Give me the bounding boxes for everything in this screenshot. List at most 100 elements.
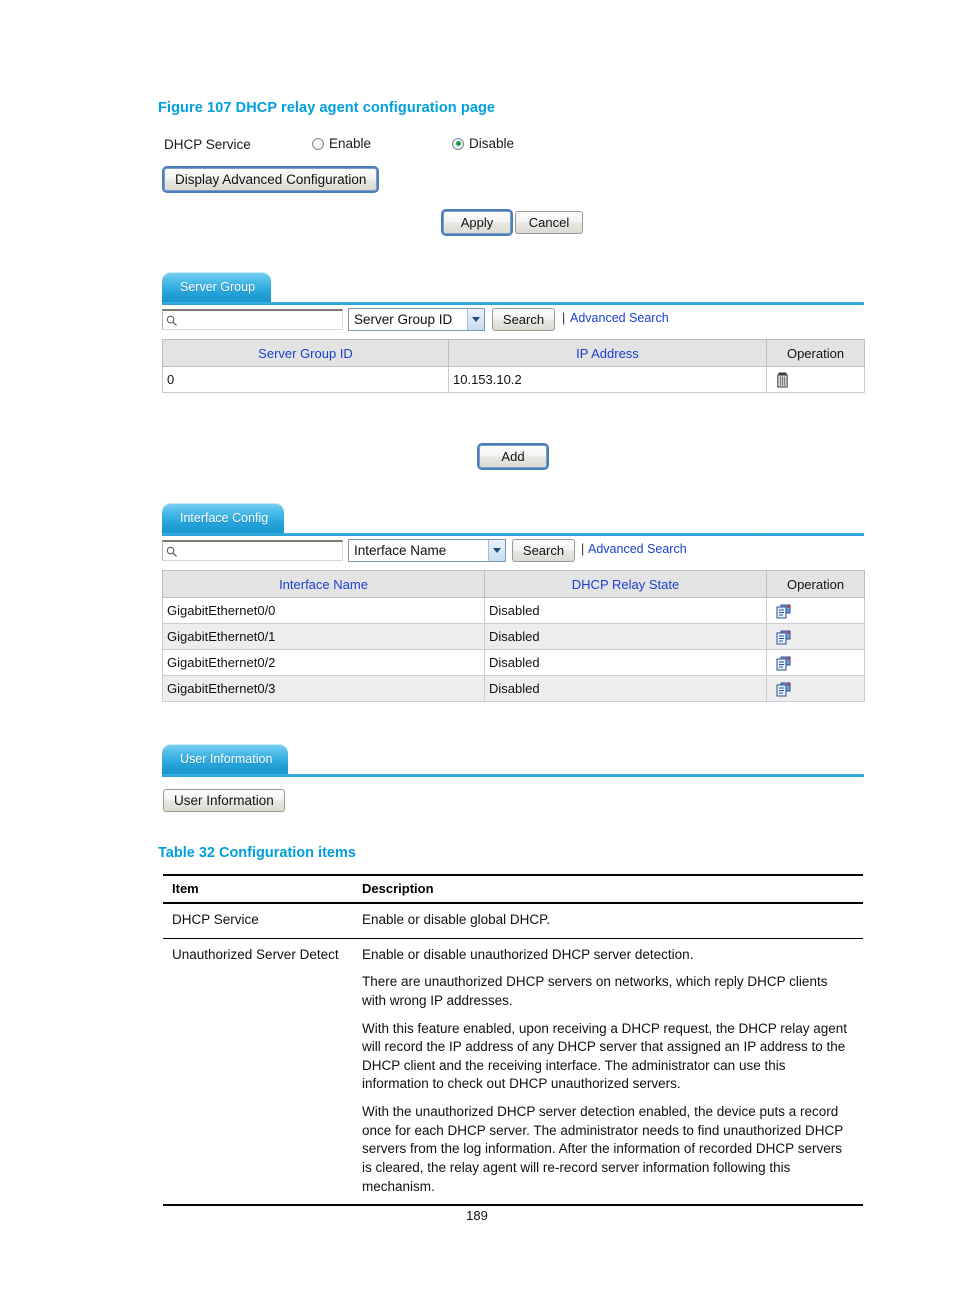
cell-interface-name: GigabitEthernet0/2 — [162, 649, 485, 676]
doc-table-row: Unauthorized Server Detect Enable or dis… — [163, 938, 863, 1207]
column-header-interface-name[interactable]: Interface Name — [162, 570, 485, 598]
tab-underline — [162, 774, 864, 777]
tab-interface-config-label: Interface Config — [180, 511, 269, 525]
chevron-down-icon[interactable] — [488, 540, 505, 561]
doc-paragraph: With the unauthorized DHCP server detect… — [362, 1104, 844, 1194]
radio-enable-label: Enable — [329, 136, 372, 151]
server-group-advanced-search-link[interactable]: Advanced Search — [570, 311, 669, 325]
server-group-search-row: Server Group ID Search | Advanced Search — [162, 308, 864, 335]
user-information-button[interactable]: User Information — [163, 789, 285, 812]
doc-cell-item: DHCP Service — [163, 903, 353, 939]
doc-paragraph: Enable or disable global DHCP. — [362, 912, 551, 927]
table-caption: Table 32 Configuration items — [158, 845, 356, 861]
edit-icon[interactable] — [776, 629, 792, 645]
server-group-tabbar: Server Group — [162, 272, 864, 305]
radio-disable-indicator[interactable] — [452, 137, 464, 150]
search-icon — [166, 546, 177, 557]
doc-column-header-item: Item — [163, 874, 353, 904]
doc-cell-item: Unauthorized Server Detect — [163, 938, 353, 1207]
trash-icon[interactable] — [776, 372, 789, 388]
radio-disable-label: Disable — [469, 136, 515, 151]
server-group-field-select-value: Server Group ID — [354, 312, 453, 327]
search-icon — [166, 315, 177, 326]
apply-button[interactable]: Apply — [441, 209, 513, 236]
cell-interface-name: GigabitEthernet0/0 — [162, 597, 485, 624]
server-group-search-button[interactable]: Search — [492, 308, 555, 331]
server-group-table: Server Group ID IP Address Operation 0 1… — [162, 339, 865, 393]
tab-underline — [162, 302, 864, 305]
interface-config-search-button[interactable]: Search — [512, 539, 575, 562]
table-row: GigabitEthernet0/1 Disabled — [162, 623, 865, 650]
interface-config-search-separator: | — [581, 542, 585, 556]
cell-interface-name: GigabitEthernet0/3 — [162, 675, 485, 702]
table-row: 0 10.153.10.2 — [162, 366, 865, 393]
server-group-field-select[interactable]: Server Group ID — [348, 308, 485, 331]
interface-config-field-select[interactable]: Interface Name — [348, 539, 506, 562]
tab-user-information[interactable]: User Information — [162, 744, 289, 774]
edit-icon[interactable] — [776, 681, 792, 697]
table-header-row: Interface Name DHCP Relay State Operatio… — [162, 570, 865, 598]
cell-interface-name: GigabitEthernet0/1 — [162, 623, 485, 650]
table-row: GigabitEthernet0/0 Disabled — [162, 597, 865, 624]
interface-config-field-select-value: Interface Name — [354, 543, 447, 558]
doc-paragraph: Enable or disable unauthorized DHCP serv… — [362, 946, 694, 962]
cell-operation — [766, 597, 865, 624]
radio-enable-indicator[interactable] — [312, 137, 324, 150]
tab-server-group[interactable]: Server Group — [162, 272, 272, 302]
edit-icon[interactable] — [776, 655, 792, 671]
server-group-search-input[interactable] — [180, 311, 344, 332]
doc-paragraph: There are unauthorized DHCP servers on n… — [362, 974, 828, 1008]
configuration-items-table: Item Description DHCP Service Enable or … — [163, 874, 863, 1207]
doc-cell-description: Enable or disable global DHCP. — [353, 903, 863, 939]
table-header-row: Server Group ID IP Address Operation — [162, 339, 865, 367]
edit-icon[interactable] — [776, 603, 792, 619]
user-information-tabbar: User Information — [162, 744, 864, 777]
radio-disable[interactable]: Disable — [452, 136, 514, 151]
doc-cell-description: Enable or disable unauthorized DHCP serv… — [353, 938, 863, 1207]
cell-relay-state: Disabled — [484, 597, 767, 624]
doc-table-header-row: Item Description — [163, 874, 863, 904]
server-group-panel: Server Group Server Group ID Search | Ad… — [162, 272, 865, 393]
dhcp-service-row: DHCP Service Enable Disable — [164, 136, 864, 158]
tab-interface-config[interactable]: Interface Config — [162, 503, 285, 533]
cell-ip-address: 10.153.10.2 — [448, 366, 767, 393]
column-header-operation: Operation — [766, 339, 865, 367]
tab-server-group-label: Server Group — [180, 280, 256, 294]
cell-operation — [766, 366, 865, 393]
doc-paragraph: With this feature enabled, upon receivin… — [362, 1020, 848, 1092]
cell-relay-state: Disabled — [484, 649, 767, 676]
add-button[interactable]: Add — [477, 443, 549, 470]
column-header-ip-address[interactable]: IP Address — [448, 339, 767, 367]
doc-column-header-description: Description — [353, 874, 863, 904]
cell-relay-state: Disabled — [484, 675, 767, 702]
interface-config-body: Interface Name Search | Advanced Search … — [162, 539, 865, 702]
interface-config-search-row: Interface Name Search | Advanced Search — [162, 539, 864, 566]
column-header-dhcp-relay-state[interactable]: DHCP Relay State — [484, 570, 767, 598]
display-advanced-configuration-button[interactable]: Display Advanced Configuration — [161, 166, 380, 193]
interface-config-panel: Interface Config Interface Name Search | — [162, 503, 865, 702]
cancel-button[interactable]: Cancel — [515, 211, 583, 234]
interface-config-search-input[interactable] — [180, 542, 344, 563]
cell-operation — [766, 649, 865, 676]
server-group-body: Server Group ID Search | Advanced Search… — [162, 308, 865, 393]
table-row: GigabitEthernet0/2 Disabled — [162, 649, 865, 676]
table-row: GigabitEthernet0/3 Disabled — [162, 675, 865, 702]
tab-underline — [162, 533, 864, 536]
server-group-search-box[interactable] — [162, 309, 344, 332]
column-header-server-group-id[interactable]: Server Group ID — [162, 339, 449, 367]
doc-table-row: DHCP Service Enable or disable global DH… — [163, 903, 863, 939]
cell-operation — [766, 623, 865, 650]
cell-server-group-id: 0 — [162, 366, 449, 393]
tab-user-information-label: User Information — [180, 752, 273, 766]
user-information-panel: User Information — [162, 744, 864, 777]
chevron-down-icon[interactable] — [467, 309, 484, 330]
interface-config-table: Interface Name DHCP Relay State Operatio… — [162, 570, 865, 702]
cell-operation — [766, 675, 865, 702]
server-group-search-separator: | — [562, 311, 566, 325]
page-number: 189 — [466, 1208, 488, 1223]
radio-enable[interactable]: Enable — [312, 136, 371, 151]
interface-config-tabbar: Interface Config — [162, 503, 864, 536]
dhcp-service-label: DHCP Service — [164, 137, 251, 152]
interface-config-advanced-search-link[interactable]: Advanced Search — [588, 542, 687, 556]
interface-config-search-box[interactable] — [162, 540, 344, 563]
